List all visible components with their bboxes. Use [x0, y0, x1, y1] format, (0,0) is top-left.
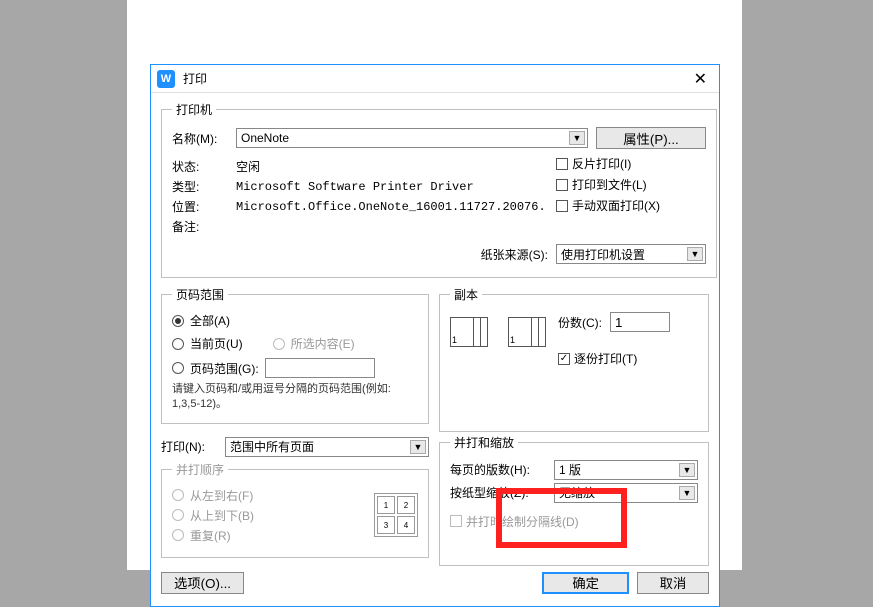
printer-group: 打印机 名称(M): OneNote ▼ 属性(P)... 状态: 空闲 类型: M… — [161, 101, 717, 278]
status-label: 状态: — [172, 158, 228, 175]
name-label: 名称(M): — [172, 130, 228, 147]
copies-legend: 副本 — [450, 286, 482, 303]
range-pages-radio[interactable]: 页码范围(G): — [172, 358, 418, 378]
order-legend: 并打顺序 — [172, 461, 228, 478]
scale-to-paper-combo[interactable]: 无缩放▼ — [554, 483, 698, 503]
ok-button[interactable]: 确定 — [542, 572, 629, 594]
chevron-down-icon: ▼ — [679, 486, 695, 500]
collate-checkbox[interactable]: ✓逐份打印(T) — [558, 350, 670, 367]
printer-name-combo[interactable]: OneNote ▼ — [236, 128, 588, 148]
copies-label: 份数(C): — [558, 314, 602, 331]
range-legend: 页码范围 — [172, 286, 228, 303]
order-ltr-radio: 从左到右(F) — [172, 487, 254, 504]
copies-group: 副本 321 321 份数(C): ✓逐份打印(T) — [439, 286, 709, 432]
range-all-radio[interactable]: 全部(A) — [172, 312, 418, 329]
dialog-title: 打印 — [183, 70, 688, 87]
location-value: Microsoft.Office.OneNote_16001.11727.200… — [236, 200, 546, 214]
scale-to-paper-label: 按纸型缩放(Z): — [450, 484, 546, 501]
properties-button[interactable]: 属性(P)... — [596, 127, 706, 149]
range-hint: 请键入页码和/或用逗号分隔的页码范围(例如: 1,3,5-12)。 — [172, 382, 418, 413]
paper-source-combo[interactable]: 使用打印机设置 ▼ — [556, 244, 706, 264]
printer-legend: 打印机 — [172, 101, 216, 118]
app-icon: W — [157, 70, 175, 88]
type-value: Microsoft Software Printer Driver — [236, 180, 474, 194]
page-range-group: 页码范围 全部(A) 当前页(U) 所选内容(E) 页码范围(G): 请键入页码… — [161, 286, 429, 424]
page-range-input[interactable] — [265, 358, 375, 378]
draw-border-checkbox: 并打时绘制分隔线(D) — [450, 513, 698, 530]
chevron-down-icon: ▼ — [687, 247, 703, 261]
chevron-down-icon: ▼ — [410, 440, 426, 454]
options-button[interactable]: 选项(O)... — [161, 572, 244, 594]
scaling-legend: 并打和缩放 — [450, 434, 518, 451]
order-ttb-radio: 从上到下(B) — [172, 507, 254, 524]
collate-preview-icon: 321 321 — [450, 317, 548, 363]
chevron-down-icon: ▼ — [679, 463, 695, 477]
paper-source-label: 纸张来源(S): — [481, 246, 548, 263]
copies-input[interactable] — [610, 312, 670, 332]
print-order-group: 并打顺序 从左到右(F) 从上到下(B) 重复(R) 1234 — [161, 461, 429, 558]
cancel-button[interactable]: 取消 — [637, 572, 709, 594]
comment-label: 备注: — [172, 218, 228, 235]
scaling-group: 并打和缩放 每页的版数(H): 1 版▼ 按纸型缩放(Z): 无缩放▼ 并打时绘… — [439, 434, 709, 566]
print-to-file-checkbox[interactable]: 打印到文件(L) — [556, 176, 706, 193]
print-what-label: 打印(N): — [161, 438, 217, 455]
status-value: 空闲 — [236, 158, 260, 175]
pages-per-sheet-combo[interactable]: 1 版▼ — [554, 460, 698, 480]
pages-per-sheet-label: 每页的版数(H): — [450, 461, 546, 478]
print-dialog: W 打印 ✕ 打印机 名称(M): OneNote ▼ 属性(P)... 状态:… — [150, 64, 720, 607]
order-preview-icon: 1234 — [374, 493, 418, 537]
print-what-combo[interactable]: 范围中所有页面 ▼ — [225, 437, 429, 457]
location-label: 位置: — [172, 198, 228, 215]
manual-duplex-checkbox[interactable]: 手动双面打印(X) — [556, 197, 706, 214]
range-selection-radio: 所选内容(E) — [273, 335, 355, 352]
type-label: 类型: — [172, 178, 228, 195]
chevron-down-icon: ▼ — [569, 131, 585, 145]
close-icon[interactable]: ✕ — [688, 69, 713, 89]
order-repeat-radio: 重复(R) — [172, 527, 254, 544]
reverse-checkbox[interactable]: 反片打印(I) — [556, 155, 706, 172]
titlebar[interactable]: W 打印 ✕ — [151, 65, 719, 93]
range-current-radio[interactable]: 当前页(U) — [172, 335, 243, 352]
